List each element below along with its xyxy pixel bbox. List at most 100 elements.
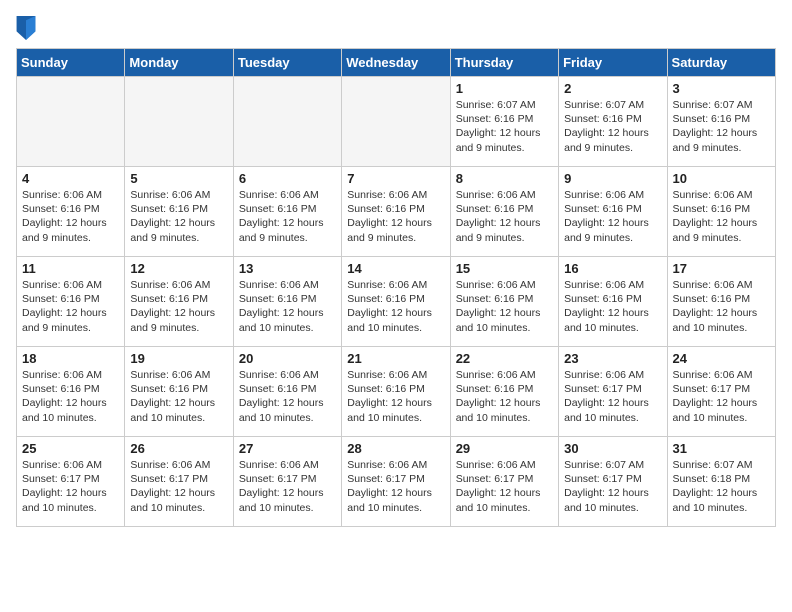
calendar-day-cell: 10 Sunrise: 6:06 AMSunset: 6:16 PMDayligh… (667, 167, 775, 257)
day-number: 21 (347, 351, 444, 366)
calendar-day-cell: 9Sunrise: 6:06 AMSunset: 6:16 PMDaylight… (559, 167, 667, 257)
calendar-day-cell: 14 Sunrise: 6:06 AMSunset: 6:16 PMDayligh… (342, 257, 450, 347)
day-number: 22 (456, 351, 553, 366)
calendar-day-header: Friday (559, 49, 667, 77)
day-number: 13 (239, 261, 336, 276)
calendar-day-cell: 5 Sunrise: 6:06 AMSunset: 6:16 PMDaylight… (125, 167, 233, 257)
day-number: 4 (22, 171, 119, 186)
day-info: Sunrise: 6:06 AMSunset: 6:16 PMDaylight:… (239, 368, 336, 425)
day-info: Sunrise: 6:06 AMSunset: 6:17 PMDaylight:… (564, 368, 661, 425)
calendar-day-cell: 6 Sunrise: 6:06 AMSunset: 6:16 PMDaylight… (233, 167, 341, 257)
calendar-day-cell: 24 Sunrise: 6:06 AMSunset: 6:17 PMDayligh… (667, 347, 775, 437)
calendar-day-cell: 28 Sunrise: 6:06 AMSunset: 6:17 PMDayligh… (342, 437, 450, 527)
day-number: 2 (564, 81, 661, 96)
day-number: 16 (564, 261, 661, 276)
day-number: 5 (130, 171, 227, 186)
calendar-day-header: Thursday (450, 49, 558, 77)
calendar-day-cell: 18Sunrise: 6:06 AMSunset: 6:16 PMDayligh… (17, 347, 125, 437)
day-info: Sunrise: 6:06 AMSunset: 6:17 PMDaylight:… (22, 458, 119, 515)
logo (16, 16, 40, 40)
day-info: Sunrise: 6:07 AMSunset: 6:18 PMDaylight:… (673, 458, 770, 515)
calendar-day-cell: 22 Sunrise: 6:06 AMSunset: 6:16 PMDayligh… (450, 347, 558, 437)
day-number: 26 (130, 441, 227, 456)
calendar-day-cell: 4 Sunrise: 6:06 AMSunset: 6:16 PMDaylight… (17, 167, 125, 257)
day-info: Sunrise: 6:06 AMSunset: 6:16 PMDaylight:… (130, 278, 227, 335)
calendar-day-cell: 8Sunrise: 6:06 AMSunset: 6:16 PMDaylight… (450, 167, 558, 257)
day-info: Sunrise: 6:07 AMSunset: 6:16 PMDaylight:… (564, 98, 661, 155)
day-info: Sunrise: 6:06 AMSunset: 6:16 PMDaylight:… (239, 278, 336, 335)
day-number: 30 (564, 441, 661, 456)
calendar-day-cell: 17 Sunrise: 6:06 AMSunset: 6:16 PMDayligh… (667, 257, 775, 347)
day-info: Sunrise: 6:06 AMSunset: 6:16 PMDaylight:… (130, 368, 227, 425)
day-number: 15 (456, 261, 553, 276)
day-info: Sunrise: 6:06 AMSunset: 6:17 PMDaylight:… (456, 458, 553, 515)
day-info: Sunrise: 6:07 AMSunset: 6:16 PMDaylight:… (673, 98, 770, 155)
day-info: Sunrise: 6:06 AMSunset: 6:16 PMDaylight:… (347, 368, 444, 425)
day-number: 25 (22, 441, 119, 456)
day-info: Sunrise: 6:06 AMSunset: 6:17 PMDaylight:… (673, 368, 770, 425)
day-number: 3 (673, 81, 770, 96)
day-number: 19 (130, 351, 227, 366)
calendar-day-cell: 12 Sunrise: 6:06 AMSunset: 6:16 PMDayligh… (125, 257, 233, 347)
day-info: Sunrise: 6:06 AMSunset: 6:16 PMDaylight:… (673, 188, 770, 245)
day-info: Sunrise: 6:06 AMSunset: 6:16 PMDaylight:… (673, 278, 770, 335)
day-number: 14 (347, 261, 444, 276)
page-header (16, 16, 776, 40)
calendar-day-cell: 20 Sunrise: 6:06 AMSunset: 6:16 PMDayligh… (233, 347, 341, 437)
calendar-day-cell: 19 Sunrise: 6:06 AMSunset: 6:16 PMDayligh… (125, 347, 233, 437)
day-info: Sunrise: 6:06 AMSunset: 6:16 PMDaylight:… (456, 278, 553, 335)
calendar-day-cell: 1Sunrise: 6:07 AMSunset: 6:16 PMDaylight… (450, 77, 558, 167)
calendar-day-cell: 7 Sunrise: 6:06 AMSunset: 6:16 PMDaylight… (342, 167, 450, 257)
day-info: Sunrise: 6:06 AMSunset: 6:17 PMDaylight:… (347, 458, 444, 515)
day-number: 11 (22, 261, 119, 276)
day-number: 20 (239, 351, 336, 366)
day-info: Sunrise: 6:06 AMSunset: 6:16 PMDaylight:… (456, 368, 553, 425)
calendar-day-cell: 27 Sunrise: 6:06 AMSunset: 6:17 PMDayligh… (233, 437, 341, 527)
day-number: 10 (673, 171, 770, 186)
day-info: Sunrise: 6:06 AMSunset: 6:16 PMDaylight:… (130, 188, 227, 245)
calendar-week-row: 18 Sunrise: 6:06 AMSunset: 6:16 PMDayligh… (17, 347, 776, 437)
calendar-day-cell (17, 77, 125, 167)
day-number: 29 (456, 441, 553, 456)
day-info: Sunrise: 6:06 AMSunset: 6:17 PMDaylight:… (239, 458, 336, 515)
day-info: Sunrise: 6:06 AMSunset: 6:16 PMDaylight:… (22, 278, 119, 335)
calendar-day-cell: 23 Sunrise: 6:06 AMSunset: 6:17 PMDayligh… (559, 347, 667, 437)
day-number: 18 (22, 351, 119, 366)
day-number: 23 (564, 351, 661, 366)
day-number: 24 (673, 351, 770, 366)
calendar-day-cell: 15 Sunrise: 6:06 AMSunset: 6:16 PMDayligh… (450, 257, 558, 347)
calendar-day-cell: 11 Sunrise: 6:06 AMSunset: 6:16 PMDayligh… (17, 257, 125, 347)
calendar-week-row: 4 Sunrise: 6:06 AMSunset: 6:16 PMDaylight… (17, 167, 776, 257)
calendar-day-header: Sunday (17, 49, 125, 77)
day-info: Sunrise: 6:06 AMSunset: 6:16 PMDaylight:… (564, 188, 661, 245)
calendar-week-row: 1Sunrise: 6:07 AMSunset: 6:16 PMDaylight… (17, 77, 776, 167)
day-info: Sunrise: 6:07 AMSunset: 6:16 PMDaylight:… (456, 98, 553, 155)
day-number: 12 (130, 261, 227, 276)
day-info: Sunrise: 6:06 AMSunset: 6:16 PMDaylight:… (22, 188, 119, 245)
day-number: 6 (239, 171, 336, 186)
calendar-week-row: 25 Sunrise: 6:06 AMSunset: 6:17 PMDayligh… (17, 437, 776, 527)
calendar-day-cell: 16 Sunrise: 6:06 AMSunset: 6:16 PMDayligh… (559, 257, 667, 347)
day-info: Sunrise: 6:06 AMSunset: 6:16 PMDaylight:… (456, 188, 553, 245)
day-info: Sunrise: 6:06 AMSunset: 6:16 PMDaylight:… (564, 278, 661, 335)
calendar-day-cell (233, 77, 341, 167)
day-number: 27 (239, 441, 336, 456)
calendar-day-cell: 2 Sunrise: 6:07 AMSunset: 6:16 PMDaylight… (559, 77, 667, 167)
calendar-header-row: SundayMondayTuesdayWednesdayThursdayFrid… (17, 49, 776, 77)
calendar-week-row: 11 Sunrise: 6:06 AMSunset: 6:16 PMDayligh… (17, 257, 776, 347)
calendar-day-cell: 3 Sunrise: 6:07 AMSunset: 6:16 PMDaylight… (667, 77, 775, 167)
calendar-day-cell: 31 Sunrise: 6:07 AMSunset: 6:18 PMDayligh… (667, 437, 775, 527)
day-number: 28 (347, 441, 444, 456)
calendar-day-cell (342, 77, 450, 167)
day-info: Sunrise: 6:06 AMSunset: 6:16 PMDaylight:… (347, 278, 444, 335)
day-number: 7 (347, 171, 444, 186)
calendar-day-cell: 30Sunrise: 6:07 AMSunset: 6:17 PMDayligh… (559, 437, 667, 527)
day-info: Sunrise: 6:06 AMSunset: 6:16 PMDaylight:… (239, 188, 336, 245)
calendar-day-header: Monday (125, 49, 233, 77)
day-number: 17 (673, 261, 770, 276)
day-number: 31 (673, 441, 770, 456)
calendar-day-cell: 25 Sunrise: 6:06 AMSunset: 6:17 PMDayligh… (17, 437, 125, 527)
logo-icon (16, 16, 36, 40)
calendar-day-cell: 29 Sunrise: 6:06 AMSunset: 6:17 PMDayligh… (450, 437, 558, 527)
day-info: Sunrise: 6:06 AMSunset: 6:16 PMDaylight:… (347, 188, 444, 245)
